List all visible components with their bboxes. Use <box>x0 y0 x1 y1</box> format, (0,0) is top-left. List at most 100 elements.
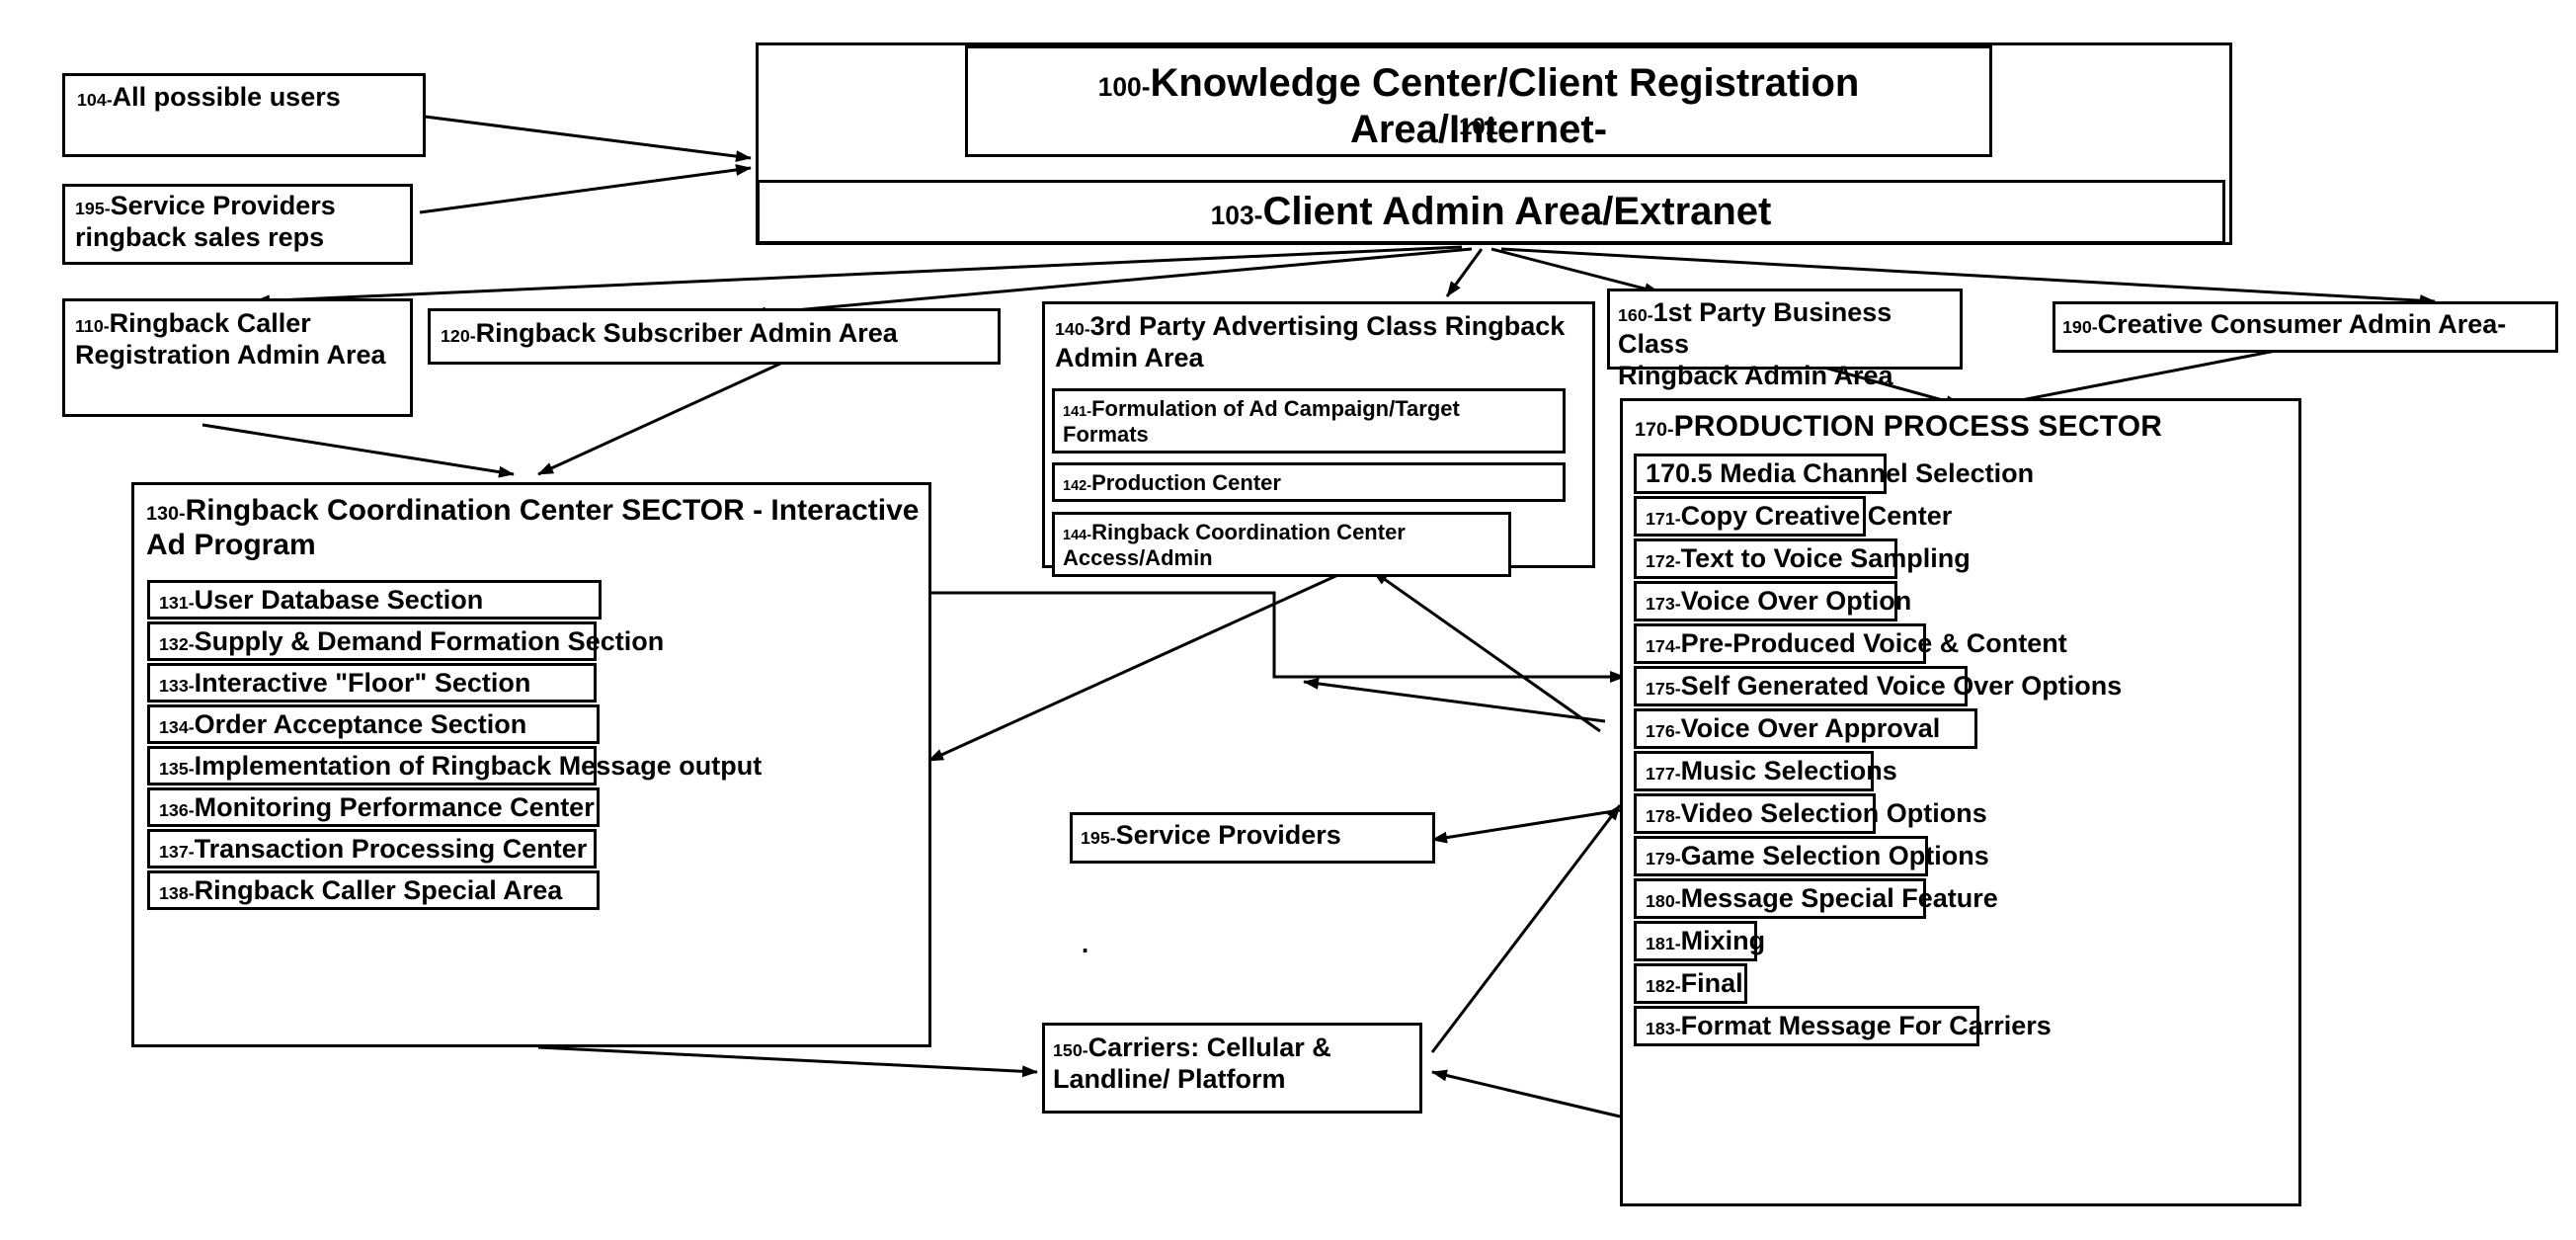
node-110-number: 110- <box>75 316 110 336</box>
production-step-number: 171- <box>1646 509 1681 529</box>
production-step-label: 176-Voice Over Approval <box>1646 713 1941 743</box>
node-195-service-providers-sales-reps[interactable]: 195-Service Providers ringback sales rep… <box>62 184 413 265</box>
node-110-line2: Registration Admin Area <box>75 339 386 370</box>
node-104-label: All possible users <box>112 82 341 112</box>
production-step-179[interactable]: 179-Game Selection Options <box>1634 836 1989 876</box>
production-step-label: 172-Text to Voice Sampling <box>1646 543 1971 573</box>
production-step-number: 170.5 <box>1646 458 1713 488</box>
node-141-ad-campaign-formulation[interactable]: 141-Formulation of Ad Campaign/Target Fo… <box>1052 388 1566 454</box>
production-step-label: 183-Format Message For Carriers <box>1646 1011 2052 1040</box>
node-130-ringback-coordination-sector[interactable]: 130-Ringback Coordination Center SECTOR … <box>131 482 931 1047</box>
node-120-ringback-subscriber-admin[interactable]: 120-Ringback Subscriber Admin Area <box>428 308 1001 365</box>
coordination-section-number: 138- <box>159 882 195 903</box>
coordination-section-138[interactable]: 138-Ringback Caller Special Area <box>147 870 600 910</box>
node-160-line2: Ringback Admin Area <box>1618 360 1893 390</box>
production-step-label: 180-Message Special Feature <box>1646 883 1998 913</box>
production-step-172[interactable]: 172-Text to Voice Sampling <box>1634 538 1971 579</box>
node-150-carriers[interactable]: 150-Carriers: Cellular & Landline/ Platf… <box>1042 1023 1422 1114</box>
production-step-180[interactable]: 180-Message Special Feature <box>1634 878 1998 919</box>
production-step-label: 175-Self Generated Voice Over Options <box>1646 671 2123 701</box>
production-step-178[interactable]: 178-Video Selection Options <box>1634 793 1987 834</box>
production-step-number: 175- <box>1646 679 1681 699</box>
production-step-number: 180- <box>1646 891 1681 911</box>
coordination-section-label: 131-User Database Section <box>159 584 484 615</box>
coordination-section-number: 134- <box>159 716 195 737</box>
coordination-section-number: 137- <box>159 841 195 862</box>
node-110-line1: Ringback Caller <box>109 308 311 338</box>
node-100-knowledge-center[interactable]: 100-Knowledge Center/Client Registration… <box>965 45 1992 157</box>
production-step-171[interactable]: 171-Copy Creative Center <box>1634 496 1952 537</box>
coordination-section-label: 135-Implementation of Ringback Message o… <box>159 750 763 781</box>
coordination-section-132[interactable]: 132-Supply & Demand Formation Section <box>147 621 664 661</box>
production-step-182[interactable]: 182-Final <box>1634 963 1747 1004</box>
node-141-line1: Formulation of Ad Campaign/Target <box>1091 396 1460 421</box>
node-144-line1: Ringback Coordination Center <box>1091 520 1406 544</box>
production-step-175[interactable]: 175-Self Generated Voice Over Options <box>1634 666 2122 706</box>
production-step-177[interactable]: 177-Music Selections <box>1634 751 1897 791</box>
node-142-number: 142- <box>1063 478 1092 494</box>
production-step-label: 179-Game Selection Options <box>1646 841 1989 870</box>
coordination-section-label: 138-Ringback Caller Special Area <box>159 874 563 905</box>
production-step-number: 183- <box>1646 1019 1681 1038</box>
coordination-section-131[interactable]: 131-User Database Section <box>147 580 602 620</box>
node-190-number: 190- <box>2062 317 2098 337</box>
node-140-number: 140- <box>1055 319 1090 339</box>
production-step-183[interactable]: 183-Format Message For Carriers <box>1634 1006 2052 1046</box>
coordination-section-136[interactable]: 136-Monitoring Performance Center <box>147 787 600 827</box>
node-195-service-providers[interactable]: 195-Service Providers <box>1070 812 1435 864</box>
node-120-number: 120- <box>441 326 476 346</box>
production-step-label: 181-Mixing <box>1646 926 1766 955</box>
coordination-section-134[interactable]: 134-Order Acceptance Section <box>147 704 600 744</box>
node-160-line1: 1st Party Business Class <box>1618 297 1892 359</box>
node-190-creative-consumer-admin[interactable]: 190-Creative Consumer Admin Area- <box>2053 301 2558 353</box>
node-141-line2: Formats <box>1063 421 1149 447</box>
production-step-176[interactable]: 176-Voice Over Approval <box>1634 708 1977 749</box>
coordination-section-133[interactable]: 133-Interactive "Floor" Section <box>147 663 597 703</box>
node-142-production-center[interactable]: 142-Production Center <box>1052 462 1566 502</box>
coordination-section-number: 136- <box>159 799 195 820</box>
coordination-section-135[interactable]: 135-Implementation of Ringback Message o… <box>147 746 762 785</box>
node-144-number: 144- <box>1063 528 1092 543</box>
production-step-label: 178-Video Selection Options <box>1646 798 1987 828</box>
production-step-label: 174-Pre-Produced Voice & Content <box>1646 628 2067 658</box>
node-144-ringback-coordination-access[interactable]: 144-Ringback Coordination Center Access/… <box>1052 512 1511 577</box>
coordination-section-number: 133- <box>159 675 195 696</box>
production-step-number: 173- <box>1646 594 1681 614</box>
node-144-line2: Access/Admin <box>1063 544 1213 570</box>
node-170-production-process-sector[interactable]: 170-PRODUCTION PROCESS SECTOR 170.5 Medi… <box>1620 398 2301 1206</box>
node-130-number: 130- <box>146 503 186 525</box>
node-104-all-possible-users[interactable]: 104-All possible users <box>62 73 426 157</box>
stray-dot-mark: . <box>1082 929 1089 958</box>
production-step-number: 174- <box>1646 636 1681 656</box>
node-110-ringback-caller-registration[interactable]: 110-Ringback Caller Registration Admin A… <box>62 298 413 417</box>
node-130-line1: Ringback Coordination Center SECTOR - In… <box>185 494 920 527</box>
coordination-section-label: 132-Supply & Demand Formation Section <box>159 625 665 656</box>
node-101-label: 101 <box>1458 114 1499 140</box>
node-104-number: 104- <box>77 90 113 110</box>
production-step-173[interactable]: 173-Voice Over Option <box>1634 581 1911 621</box>
production-step-label: 182-Final <box>1646 968 1743 998</box>
node-195b-label: Service Providers <box>1115 820 1341 850</box>
production-step-number: 177- <box>1646 764 1681 784</box>
coordination-section-number: 131- <box>159 592 195 613</box>
node-190-label: Creative Consumer Admin Area- <box>2097 309 2507 339</box>
production-step-181[interactable]: 181-Mixing <box>1634 921 1765 961</box>
node-103-number: 103- <box>1210 201 1263 230</box>
node-160-first-party-business-class[interactable]: 160-1st Party Business Class Ringback Ad… <box>1607 289 1963 390</box>
node-195b-number: 195- <box>1081 828 1116 848</box>
coordination-section-label: 134-Order Acceptance Section <box>159 708 527 739</box>
node-150-line1: Carriers: Cellular & <box>1087 1033 1331 1062</box>
coordination-section-number: 132- <box>159 633 195 654</box>
production-step-170.5[interactable]: 170.5 Media Channel Selection <box>1634 454 2034 494</box>
node-120-label: Ringback Subscriber Admin Area <box>475 318 898 348</box>
node-195a-number: 195- <box>75 199 111 218</box>
coordination-section-137[interactable]: 137-Transaction Processing Center <box>147 829 597 868</box>
node-195a-line1: Service Providers <box>110 191 336 220</box>
node-140-line2: Admin Area <box>1055 342 1204 372</box>
node-100-number: 100- <box>1097 72 1151 102</box>
node-103-client-admin-area[interactable]: 103-Client Admin Area/Extranet <box>757 180 2225 244</box>
node-170-label: PRODUCTION PROCESS SECTOR <box>1673 410 2163 443</box>
node-103-label: Client Admin Area/Extranet <box>1262 190 1772 233</box>
production-step-174[interactable]: 174-Pre-Produced Voice & Content <box>1634 623 2067 664</box>
node-160-number: 160- <box>1618 305 1653 325</box>
